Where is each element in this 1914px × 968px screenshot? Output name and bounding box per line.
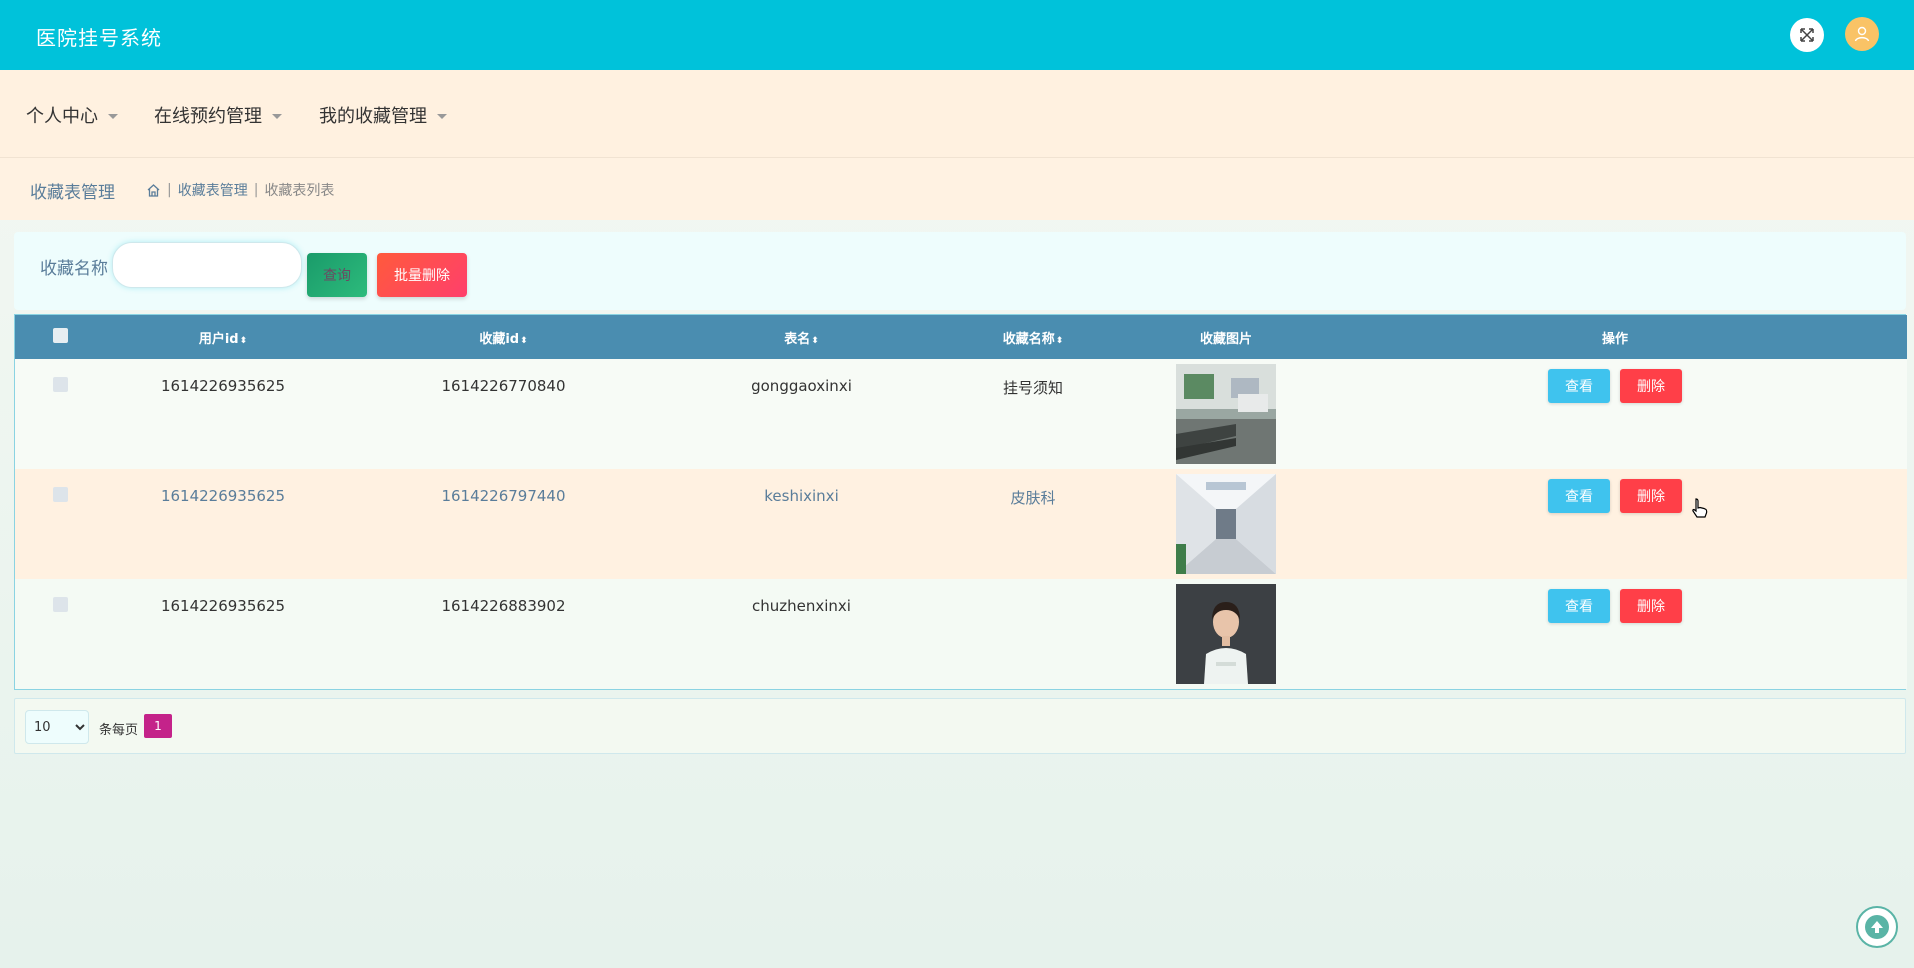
main-nav: 个人中心 在线预约管理 我的收藏管理 <box>0 70 1914 158</box>
cell-fav-id: 1614226797440 <box>441 487 566 505</box>
cell-fav-name: 挂号须知 <box>1002 379 1063 397</box>
hospital-corridor-image <box>1176 474 1276 574</box>
column-header-user-id[interactable]: 用户id⬍ <box>105 315 341 359</box>
nav-item-label: 个人中心 <box>26 106 98 127</box>
column-header-actions: 操作 <box>1601 331 1628 347</box>
column-header-fav-name[interactable]: 收藏名称⬍ <box>937 315 1129 359</box>
sort-icon: ⬍ <box>1055 335 1064 346</box>
sort-icon: ⬍ <box>811 335 819 346</box>
page-number-button[interactable]: 1 <box>144 714 172 738</box>
cell-fav-id: 1614226883902 <box>441 597 566 615</box>
app-title: 医院挂号系统 <box>36 26 162 50</box>
caret-down-icon <box>437 113 447 119</box>
user-icon <box>1854 26 1870 42</box>
nav-item-personal-center[interactable]: 个人中心 <box>26 102 118 128</box>
nav-item-my-favorites[interactable]: 我的收藏管理 <box>319 102 447 128</box>
breadcrumb-separator: | <box>253 182 259 198</box>
hospital-lobby-image <box>1176 364 1276 464</box>
breadcrumb-link[interactable]: 收藏表管理 <box>178 180 248 200</box>
favorites-table: 用户id⬍ 收藏id⬍ 表名⬍ 收藏名称⬍ 收藏图片 操作 1614226935… <box>14 314 1907 690</box>
column-header-table-name[interactable]: 表名⬍ <box>666 315 937 359</box>
row-checkbox[interactable] <box>52 487 68 502</box>
cell-fav-name: 皮肤科 <box>1010 489 1056 507</box>
caret-down-icon <box>272 113 282 119</box>
view-button[interactable]: 查看 <box>1548 589 1610 623</box>
doctor-portrait-image <box>1176 584 1276 684</box>
home-icon[interactable] <box>146 183 161 198</box>
page-title: 收藏表管理 <box>30 183 115 203</box>
sort-icon: ⬍ <box>520 335 528 346</box>
breadcrumb-bar: 收藏表管理 | 收藏表管理 | 收藏表列表 <box>0 158 1914 220</box>
select-all-cell <box>15 315 105 359</box>
column-header-fav-image: 收藏图片 <box>1199 331 1252 347</box>
top-header: 医院挂号系统 <box>0 0 1914 70</box>
nav-item-label: 我的收藏管理 <box>319 106 427 127</box>
fullscreen-icon <box>1800 28 1814 42</box>
cell-table-name: gonggaoxinxi <box>751 377 852 395</box>
breadcrumb-separator: | <box>167 182 172 198</box>
view-button[interactable]: 查看 <box>1548 369 1610 403</box>
row-checkbox[interactable] <box>52 377 68 392</box>
nav-item-label: 在线预约管理 <box>154 106 262 127</box>
select-all-checkbox[interactable] <box>52 327 68 343</box>
breadcrumb-current: 收藏表列表 <box>264 183 335 199</box>
delete-button[interactable]: 删除 <box>1620 479 1682 513</box>
batch-delete-button[interactable]: 批量删除 <box>377 253 467 297</box>
caret-down-icon <box>108 113 118 119</box>
delete-button[interactable]: 删除 <box>1620 369 1682 403</box>
back-to-top-button[interactable] <box>1856 906 1898 948</box>
cell-table-name: chuzhenxinxi <box>752 597 851 615</box>
query-button[interactable]: 查询 <box>307 253 367 297</box>
cell-user-id: 1614226935625 <box>160 597 286 615</box>
view-button[interactable]: 查看 <box>1548 479 1610 513</box>
arrow-up-icon <box>1865 915 1889 939</box>
table-row: 1614226935625 1614226770840 gonggaoxinxi… <box>15 359 1907 469</box>
breadcrumb: | 收藏表管理 | 收藏表列表 <box>146 180 334 200</box>
cell-user-id: 1614226935625 <box>160 487 286 505</box>
fav-name-search-input[interactable] <box>112 242 302 288</box>
cell-fav-name <box>937 579 1129 689</box>
row-checkbox[interactable] <box>52 597 68 612</box>
per-page-label: 条每页 <box>99 723 139 738</box>
sort-icon: ⬍ <box>239 335 248 346</box>
cell-user-id: 1614226935625 <box>160 377 286 395</box>
user-avatar-button[interactable] <box>1845 17 1879 51</box>
cell-fav-id: 1614226770840 <box>441 377 566 395</box>
table-row: 1614226935625 1614226883902 chuzhenxinxi <box>15 579 1907 689</box>
column-header-fav-id[interactable]: 收藏id⬍ <box>341 315 666 359</box>
mouse-pointer-icon <box>1692 498 1708 518</box>
search-label: 收藏名称 <box>40 259 108 279</box>
search-panel: 收藏名称 查询 批量删除 <box>14 232 1906 310</box>
cell-table-name: keshixinxi <box>764 487 839 505</box>
fullscreen-button[interactable] <box>1790 18 1824 52</box>
delete-button[interactable]: 删除 <box>1620 589 1682 623</box>
page-size-select[interactable]: 10 <box>25 710 89 744</box>
table-row: 1614226935625 1614226797440 keshixinxi 皮… <box>15 469 1907 579</box>
nav-item-online-booking[interactable]: 在线预约管理 <box>154 102 282 128</box>
table-header-row: 用户id⬍ 收藏id⬍ 表名⬍ 收藏名称⬍ 收藏图片 操作 <box>15 315 1907 359</box>
pagination: 10 条每页 1 <box>14 698 1906 754</box>
